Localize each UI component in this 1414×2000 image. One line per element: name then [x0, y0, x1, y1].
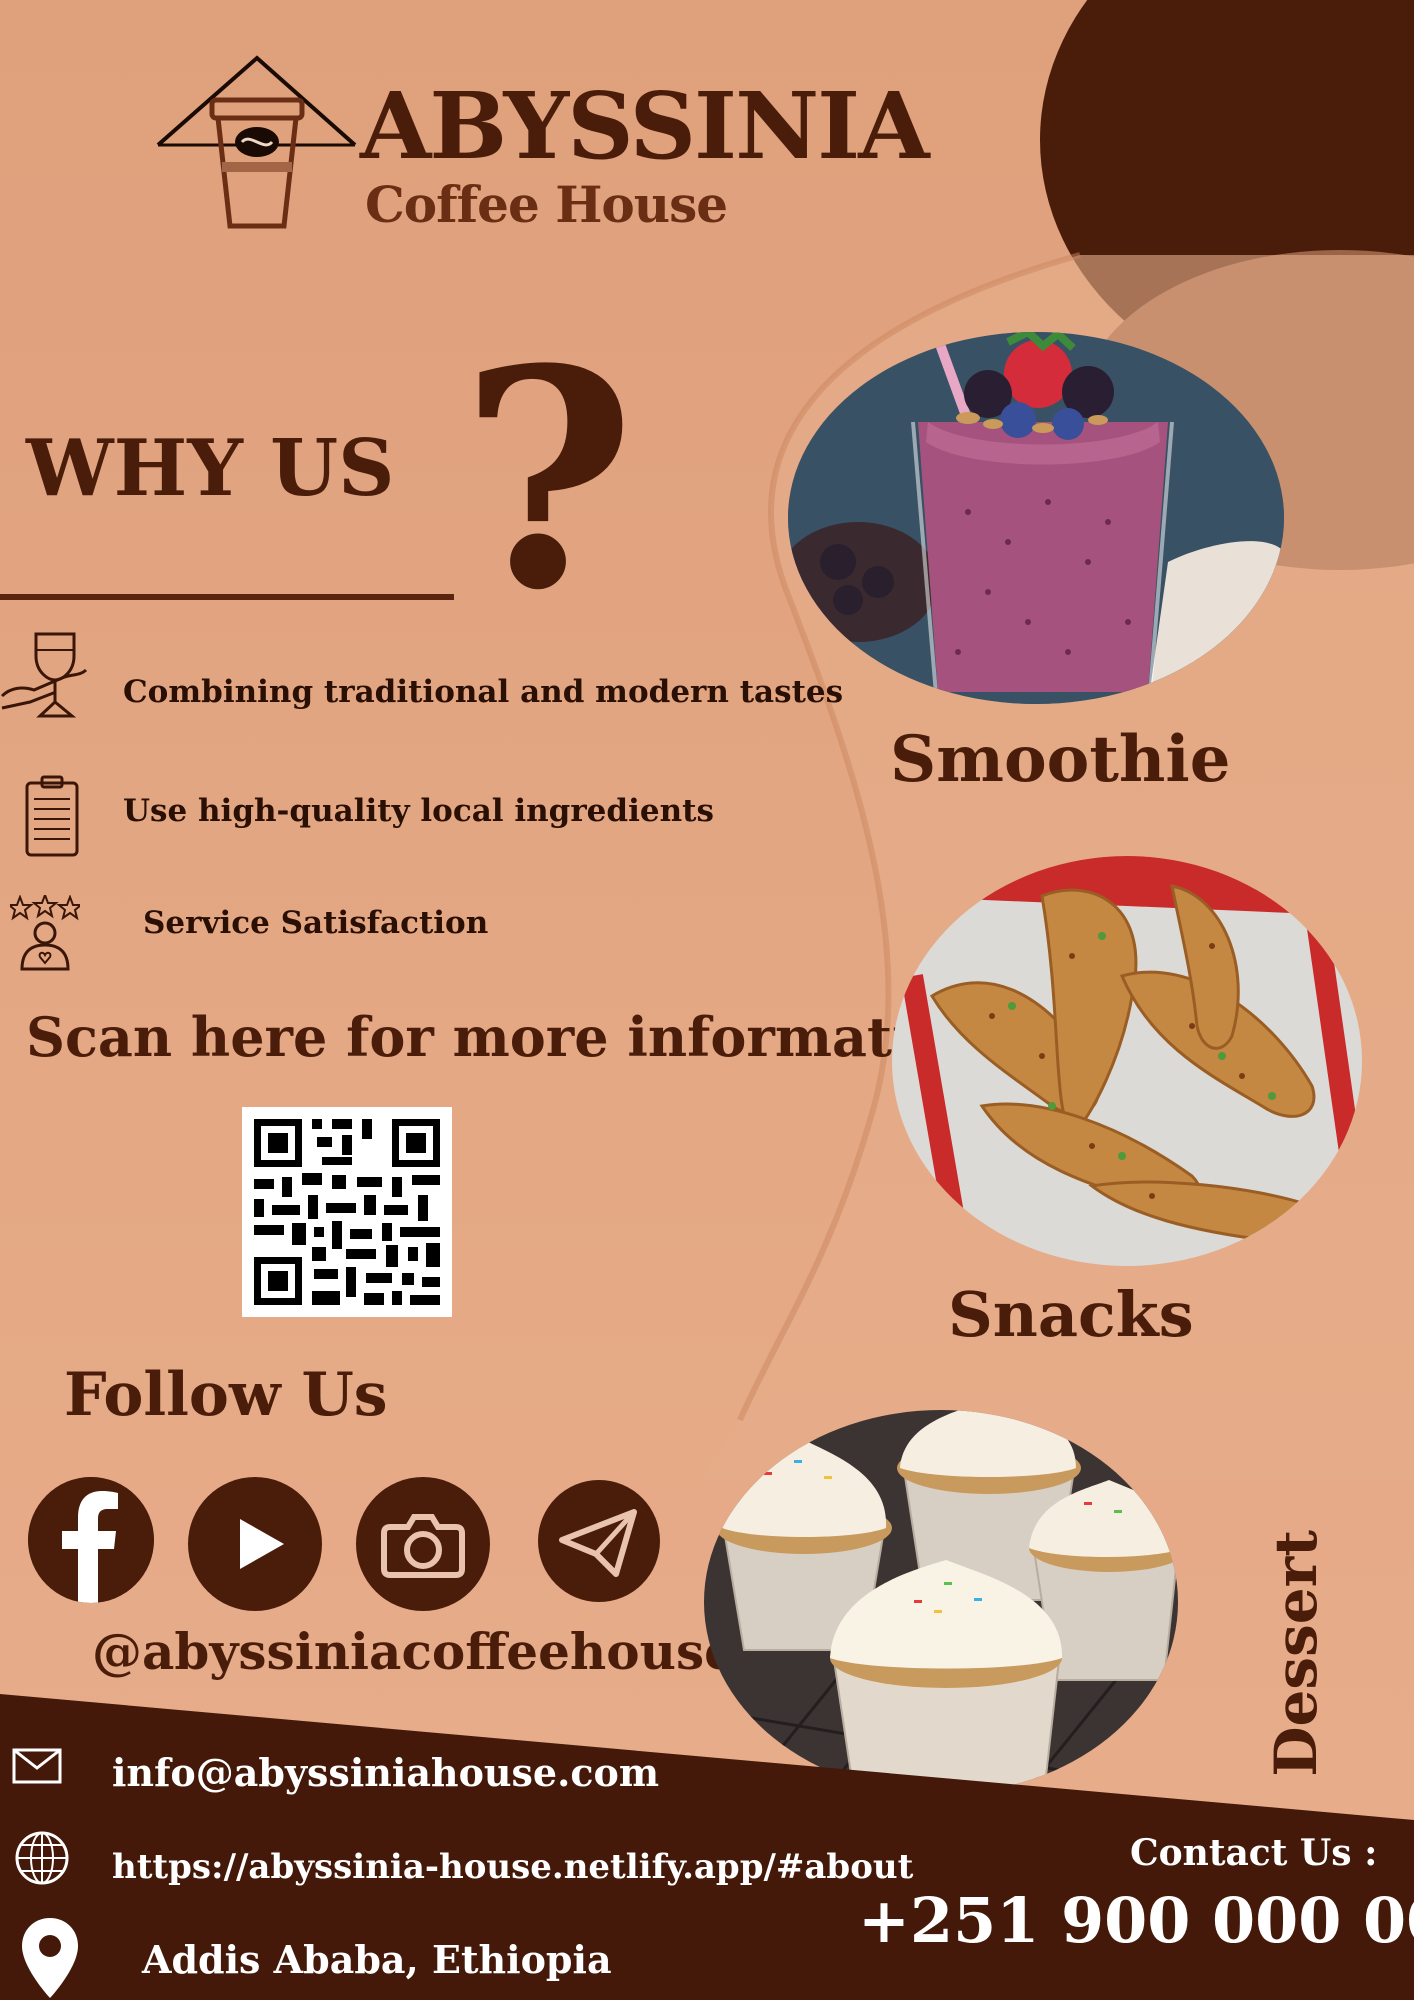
globe-icon [15, 1831, 69, 1885]
poster: ABYSSINIA Coffee House WHY US ? Combinin… [0, 0, 1414, 2000]
contact-us-label: Contact Us : [1130, 1832, 1378, 1874]
footer-email[interactable]: info@abyssiniahouse.com [112, 1750, 659, 1795]
footer-website-link[interactable]: https://abyssinia-house.netlify.app/#abo… [112, 1847, 913, 1887]
footer-band [0, 1694, 1414, 2000]
location-pin-icon [22, 1918, 78, 1998]
contact-phone-number[interactable]: +251 900 000 00 [858, 1884, 1414, 1957]
footer-address: Addis Ababa, Ethiopia [142, 1937, 612, 1982]
email-icon [12, 1748, 62, 1784]
